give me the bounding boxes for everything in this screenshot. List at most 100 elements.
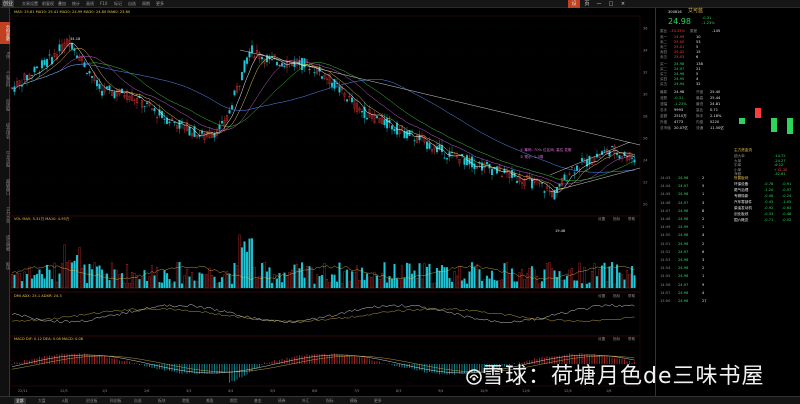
- toolbar-item-7[interactable]: 自选: [128, 1, 136, 7]
- volume-bar: [140, 277, 144, 289]
- sidebar-item-9[interactable]: 板块: [0, 260, 11, 272]
- dmi-panel-tool-1[interactable]: 指标: [613, 293, 620, 299]
- volume-bar: [403, 278, 406, 289]
- bottom-tab-1[interactable]: 大盘: [38, 398, 46, 404]
- close-button[interactable]: ×: [618, 0, 628, 8]
- fund-flow-bar-1: [755, 108, 761, 118]
- maximize-button[interactable]: □: [606, 0, 616, 8]
- toolbar-item-5[interactable]: F10: [100, 1, 107, 7]
- fund-flow-bars: [739, 108, 793, 134]
- volume-bar: [10, 274, 14, 289]
- tick-time: 14:54: [660, 266, 671, 271]
- volume-bar: [600, 265, 604, 289]
- tick-volume: 27: [702, 299, 707, 303]
- sidebar-item-1[interactable]: K线: [0, 48, 11, 62]
- volume-bar: [145, 280, 149, 289]
- volume-bar: [238, 234, 241, 289]
- tick-time: 14:46: [660, 200, 671, 205]
- tick-price: 24.98: [678, 233, 689, 238]
- sell-volume: 6: [696, 55, 699, 59]
- bottom-tab-12[interactable]: 外汇: [302, 398, 310, 404]
- volume-bar: [518, 272, 521, 289]
- volume-bar: [250, 238, 254, 289]
- date-tick-label: 1/3: [102, 389, 107, 393]
- kline-chart-area[interactable]: MA5: 25.81 MA10: 25.41 MA20: 24.99 MA30:…: [10, 8, 655, 396]
- minimize-button[interactable]: —: [594, 0, 604, 8]
- candle-body: [88, 71, 91, 74]
- toolbar-item-2[interactable]: 叠加: [58, 1, 66, 7]
- bottom-tab-14[interactable]: 模板: [350, 398, 358, 404]
- candle-body: [573, 172, 576, 174]
- toolbar-item-0[interactable]: 交易设置: [22, 1, 38, 7]
- sidebar-item-3[interactable]: 自选股: [0, 96, 11, 114]
- bottom-tab-15[interactable]: 更多: [374, 398, 382, 404]
- date-tick-label: 22/11: [18, 389, 28, 393]
- tick-price: 24.98: [678, 192, 689, 197]
- sector-name: 专精特新: [734, 194, 749, 198]
- bottom-tab-9[interactable]: 期货: [230, 398, 238, 404]
- candle-body: [188, 126, 191, 136]
- volume-bar: [308, 266, 311, 289]
- vol-panel-tool-2[interactable]: 帮助: [628, 216, 635, 222]
- toolbar-item-6[interactable]: 标记: [114, 1, 122, 7]
- toolbar-item-4[interactable]: 画线: [86, 1, 94, 7]
- candle-body: [405, 131, 409, 139]
- bottom-tab-0[interactable]: 全部: [14, 398, 26, 404]
- toolbar-item-8[interactable]: 周期: [142, 1, 150, 7]
- sidebar-item-7[interactable]: 主力大单: [0, 204, 11, 226]
- tick-volume: 2: [702, 176, 705, 180]
- stock-tag[interactable]: 创业板: [2, 0, 14, 15]
- vol-panel-tool-1[interactable]: 指标: [613, 216, 620, 222]
- macd-panel-tool-1[interactable]: 指标: [613, 336, 620, 342]
- candle-body: [25, 75, 29, 81]
- bottom-tab-6[interactable]: 板块: [158, 398, 166, 404]
- chart-canvas[interactable]: 36 34 32 30 28 26 24 22 20 22/11 12/5 1/3 2/6 3/3 4/4 5…: [10, 8, 655, 396]
- bottom-tab-13[interactable]: 指标: [326, 398, 334, 404]
- bottom-tab-8[interactable]: 美股: [206, 398, 214, 404]
- volume-bar: [20, 281, 24, 289]
- page-button[interactable]: 页: [582, 0, 592, 8]
- tick-volume: 8: [702, 208, 705, 213]
- bottom-tab-10[interactable]: 基金: [254, 398, 262, 404]
- bottom-tab-2[interactable]: A股: [62, 398, 68, 404]
- bottom-tab-3[interactable]: 创业板: [86, 398, 97, 404]
- toolbar-item-9[interactable]: 更多: [156, 1, 164, 7]
- candle-body: [283, 65, 286, 67]
- sidebar-item-4[interactable]: 综合排名: [0, 120, 11, 142]
- vol-panel-tool-0[interactable]: 设置: [598, 216, 605, 222]
- candle-body: [220, 121, 224, 124]
- dmi-panel-tool-2[interactable]: 帮助: [628, 293, 635, 299]
- sidebar-item-8[interactable]: 成交明细: [0, 232, 11, 254]
- volume-bar: [415, 278, 419, 289]
- toolbar-item-3[interactable]: 统计: [72, 1, 80, 7]
- macd-panel-tool-0[interactable]: 设置: [598, 336, 605, 342]
- fund-flow-bar-2: [771, 118, 777, 132]
- candle-body: [245, 57, 249, 64]
- volume-bar: [108, 280, 111, 289]
- tick-price: 24.98: [678, 241, 689, 246]
- left-sidebar: 分时走势 K线 个股资料 自选股 综合排名 牛叉诊股 超级盘口 主力大单 成交明…: [0, 8, 11, 396]
- sidebar-item-6[interactable]: 超级盘口: [0, 176, 11, 198]
- tick-price: 24.98: [678, 208, 689, 213]
- bottom-tab-11[interactable]: 债券: [278, 398, 286, 404]
- candle-body: [48, 54, 51, 56]
- volume-bar: [458, 265, 461, 289]
- candle-body: [618, 155, 621, 159]
- bottom-tab-7[interactable]: 港股: [182, 398, 190, 404]
- candle-body: [345, 99, 349, 102]
- tick-price: 24.98: [678, 217, 689, 221]
- sidebar-item-2[interactable]: 个股资料: [0, 68, 11, 90]
- sidebar-item-5[interactable]: 牛叉诊股: [0, 148, 11, 170]
- macd-panel-tool-2[interactable]: 帮助: [628, 336, 635, 342]
- settings-button[interactable]: 设: [568, 0, 580, 8]
- date-tick-label: 9/4: [438, 389, 443, 393]
- volume-bar: [235, 265, 239, 289]
- sidebar-item-0[interactable]: 分时走势: [0, 22, 11, 44]
- dmi-legend: DMI ADX: 25.1 ADXR: 24.3: [14, 294, 62, 298]
- toolbar-item-1[interactable]: 前复权: [42, 1, 54, 7]
- volume-bar: [220, 277, 224, 289]
- bottom-tab-4[interactable]: 科创板: [110, 398, 121, 404]
- bottom-tab-5[interactable]: 自选: [134, 398, 142, 404]
- candle-body: [335, 83, 339, 85]
- dmi-panel-tool-0[interactable]: 设置: [598, 293, 605, 299]
